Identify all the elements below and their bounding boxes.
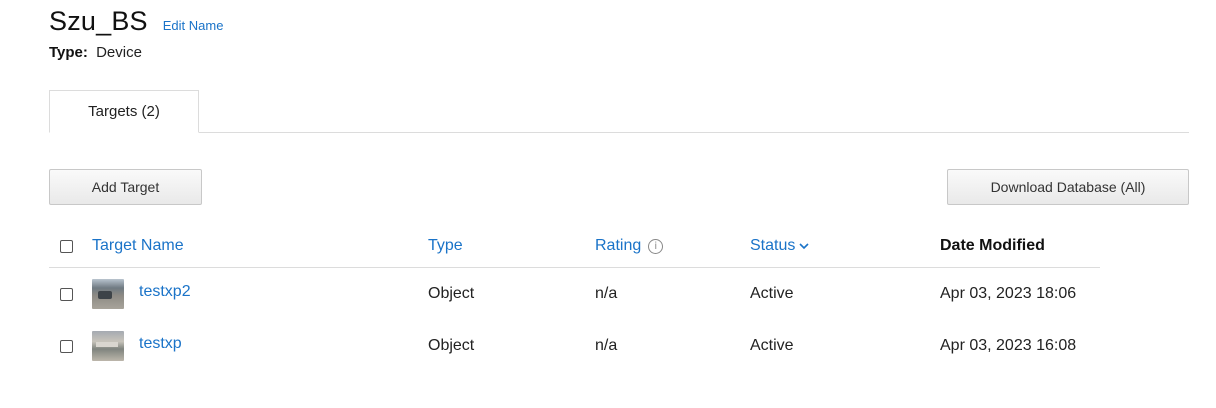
row-select-cell (60, 320, 73, 372)
target-status: Active (750, 285, 794, 302)
page-title: Szu_BS (49, 6, 148, 36)
chevron-down-icon[interactable] (799, 242, 809, 250)
target-thumbnail[interactable] (92, 279, 124, 309)
column-type[interactable]: Type (428, 226, 463, 266)
table-header: Target Name Type Rating i Status Date Mo… (49, 226, 1100, 268)
target-type: Object (428, 337, 475, 354)
target-date-modified: Apr 03, 2023 18:06 (940, 285, 1077, 302)
target-name-link[interactable]: testxp2 (139, 283, 191, 301)
table-row: testxp Object n/a Active Apr 03, 2023 16… (49, 320, 1100, 372)
row-checkbox[interactable] (60, 287, 73, 301)
select-all-cell (60, 226, 73, 266)
column-status[interactable]: Status (750, 226, 809, 266)
download-database-button[interactable]: Download Database (All) (947, 169, 1189, 205)
target-name-cell: testxp (92, 320, 182, 372)
target-type: Object (428, 285, 475, 302)
row-checkbox[interactable] (60, 339, 73, 353)
column-rating[interactable]: Rating i (595, 226, 664, 266)
select-all-checkbox[interactable] (60, 239, 73, 253)
column-target-name[interactable]: Target Name (92, 226, 184, 266)
type-value: Device (96, 44, 142, 61)
tab-targets[interactable]: Targets (2) (49, 90, 199, 133)
target-rating: n/a (595, 285, 618, 302)
column-status-label: Status (750, 237, 796, 254)
target-date-modified: Apr 03, 2023 16:08 (940, 337, 1077, 354)
type-info: Type: Device (49, 44, 142, 61)
edit-name-link[interactable]: Edit Name (163, 18, 224, 33)
target-thumbnail[interactable] (92, 331, 124, 361)
target-status: Active (750, 337, 794, 354)
table-row: testxp2 Object n/a Active Apr 03, 2023 1… (49, 268, 1100, 320)
tabs-divider (49, 132, 1189, 133)
target-rating: n/a (595, 337, 618, 354)
type-label: Type: (49, 44, 88, 61)
column-date-modified: Date Modified (940, 237, 1045, 254)
targets-table: Target Name Type Rating i Status Date Mo… (49, 226, 1100, 372)
info-icon[interactable]: i (648, 238, 664, 254)
add-target-button[interactable]: Add Target (49, 169, 202, 205)
page-header: Szu_BS Edit Name (49, 6, 223, 37)
row-select-cell (60, 268, 73, 320)
column-rating-label: Rating (595, 237, 642, 254)
target-name-link[interactable]: testxp (139, 335, 182, 353)
target-name-cell: testxp2 (92, 268, 191, 320)
